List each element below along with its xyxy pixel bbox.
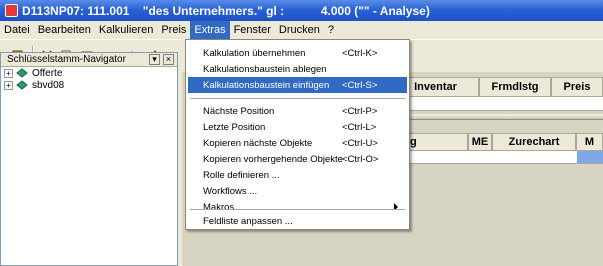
menu-item-shortcut: <Ctrl-L> xyxy=(342,121,377,133)
expand-icon[interactable]: + xyxy=(4,80,13,90)
menu-fenster[interactable]: Fenster xyxy=(230,21,275,39)
menu-item-label: Letzte Position xyxy=(203,121,266,133)
menu-item-label: Kalkulation übernehmen xyxy=(203,47,306,59)
navigator-panel: Schlüsselstamm-Navigator ▾ × + Offerte +… xyxy=(0,52,178,266)
menu-kalkulieren[interactable]: Kalkulieren xyxy=(95,21,157,39)
menu-item-label: Workflows ... xyxy=(203,185,258,197)
expand-icon[interactable]: + xyxy=(4,68,13,78)
tree-item-sbvd08[interactable]: + sbvd08 xyxy=(1,79,177,91)
column-header-frmdlstg[interactable]: Frmdlstg xyxy=(479,77,551,97)
menu-item-label: Kalkulationsbaustein ablegen xyxy=(203,63,327,75)
menu-datei[interactable]: Datei xyxy=(0,21,34,39)
menu-drucken[interactable]: Drucken xyxy=(275,21,324,39)
menu-item-kalkulation-uebernehmen[interactable]: Kalkulation übernehmen <Ctrl-K> xyxy=(188,45,407,61)
menu-item-baustein-ablegen[interactable]: Kalkulationsbaustein ablegen xyxy=(188,61,407,77)
dropdown-icon[interactable]: ▾ xyxy=(149,54,160,65)
menu-item-shortcut: <Ctrl-U> xyxy=(342,137,378,149)
menu-item-feldliste-anpassen[interactable]: Feldliste anpassen ... xyxy=(188,213,407,229)
menu-item-kopieren-vorhergehende[interactable]: Kopieren vorhergehende Objekte <Ctrl-O> xyxy=(188,151,407,167)
menu-item-shortcut: <Ctrl-K> xyxy=(342,47,378,59)
table-row[interactable] xyxy=(392,97,603,111)
menu-item-kopieren-naechste[interactable]: Kopieren nächste Objekte <Ctrl-U> xyxy=(188,135,407,151)
column-header-zurechart[interactable]: Zurechart xyxy=(492,133,576,151)
menu-preis[interactable]: Preis xyxy=(157,21,190,39)
navigator-header: Schlüsselstamm-Navigator ▾ × xyxy=(1,53,177,67)
menu-item-workflows[interactable]: Workflows ... xyxy=(188,183,407,199)
tree-item-offerte[interactable]: + Offerte xyxy=(1,67,177,79)
extras-menu: Kalkulation übernehmen <Ctrl-K> Kalkulat… xyxy=(185,39,410,230)
menu-separator xyxy=(190,98,405,100)
folder-node-icon xyxy=(16,80,28,90)
menu-item-shortcut: <Ctrl-S> xyxy=(342,79,378,91)
menu-bar: Datei Bearbeiten Kalkulieren Preis Extra… xyxy=(0,21,603,39)
menu-extras[interactable]: Extras xyxy=(190,21,230,39)
menu-help[interactable]: ? xyxy=(324,21,338,39)
column-header-m[interactable]: M xyxy=(576,133,603,151)
tree-item-label: sbvd08 xyxy=(32,79,65,91)
menu-item-letzte-position[interactable]: Letzte Position <Ctrl-L> xyxy=(188,119,407,135)
column-header-me[interactable]: ME xyxy=(468,133,492,151)
menu-separator xyxy=(190,209,405,211)
title-bar: D113NP07: 111.001 "des Unternehmers." gl… xyxy=(0,0,603,21)
navigator-title: Schlüsselstamm-Navigator xyxy=(7,54,126,65)
selected-cell[interactable] xyxy=(577,151,603,163)
menu-item-shortcut: <Ctrl-O> xyxy=(342,153,379,165)
column-header-preis[interactable]: Preis xyxy=(551,77,603,97)
menu-item-shortcut: <Ctrl-P> xyxy=(342,105,378,117)
menu-item-label: Rolle definieren ... xyxy=(203,169,280,181)
menu-item-baustein-einfuegen[interactable]: Kalkulationsbaustein einfügen <Ctrl-S> xyxy=(188,77,407,93)
app-icon xyxy=(5,4,18,17)
tree-item-label: Offerte xyxy=(32,67,63,79)
menu-item-label: Feldliste anpassen ... xyxy=(203,215,293,227)
table-row[interactable] xyxy=(392,151,603,164)
menu-item-rolle-definieren[interactable]: Rolle definieren ... xyxy=(188,167,407,183)
splitter-bar[interactable] xyxy=(392,114,603,120)
menu-item-label: Nächste Position xyxy=(203,105,275,117)
menu-item-label: Kalkulationsbaustein einfügen xyxy=(203,79,330,91)
folder-node-icon xyxy=(16,68,28,78)
menu-item-label: Kopieren nächste Objekte xyxy=(203,137,313,149)
window-title: D113NP07: 111.001 "des Unternehmers." gl… xyxy=(22,3,430,18)
menu-item-naechste-position[interactable]: Nächste Position <Ctrl-P> xyxy=(188,103,407,119)
menu-item-label: Kopieren vorhergehende Objekte xyxy=(203,153,343,165)
close-icon[interactable]: × xyxy=(163,54,174,65)
menu-bearbeiten[interactable]: Bearbeiten xyxy=(34,21,95,39)
